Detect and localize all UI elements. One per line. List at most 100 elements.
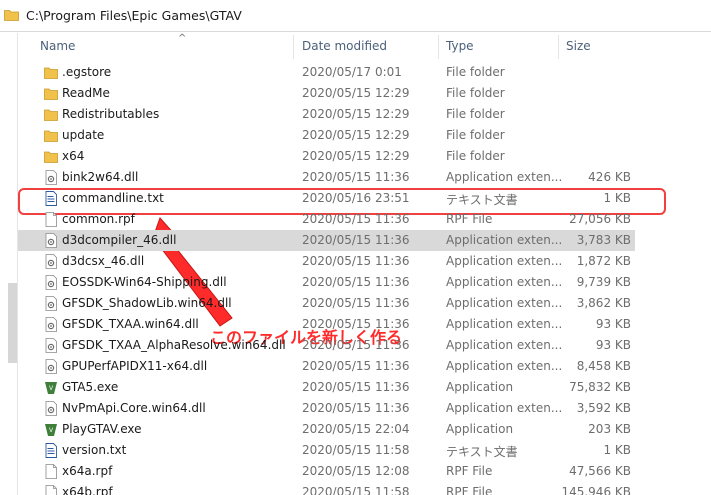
navigation-pane[interactable] [0, 33, 18, 495]
file-type: Application exten... [446, 338, 563, 352]
file-type: Application exten... [446, 233, 563, 247]
file-name: commandline.txt [62, 191, 164, 205]
dll-icon [44, 254, 58, 269]
file-date-modified: 2020/05/15 11:36 [302, 233, 410, 247]
column-header-size[interactable]: Size [566, 39, 591, 53]
file-name: common.rpf [62, 212, 135, 226]
file-size: 93 KB [595, 317, 631, 331]
file-date-modified: 2020/05/15 12:29 [302, 86, 410, 100]
file-name: d3dcompiler_46.dll [62, 233, 177, 247]
file-type: File folder [446, 65, 505, 79]
file-date-modified: 2020/05/15 11:36 [302, 254, 410, 268]
file-date-modified: 2020/05/15 11:36 [302, 359, 410, 373]
file-date-modified: 2020/05/15 11:58 [302, 443, 410, 457]
file-name: GFSDK_TXAA_AlphaResolve.win64.dll [62, 338, 286, 352]
file-row[interactable]: Redistributables 2020/05/15 12:29 File fol… [18, 104, 635, 125]
file-row[interactable]: d3dcompiler_46.dll 2020/05/15 11:36 Applic… [18, 230, 635, 251]
file-row[interactable]: bink2w64.dll 2020/05/15 11:36 Application … [18, 167, 635, 188]
file-row[interactable]: V PlayGTAV.exe 2020/05/15 22:04 Application… [18, 419, 635, 440]
file-row[interactable]: V GTA5.exe 2020/05/15 11:36 Application 75,8… [18, 377, 635, 398]
dll-icon [44, 170, 58, 185]
file-size: 3,783 KB [576, 233, 631, 247]
file-type: Application exten... [446, 296, 563, 310]
file-row[interactable]: x64b.rpf 2020/05/15 11:58 RPF File 145,946 … [18, 482, 635, 495]
file-row[interactable]: GPUPerfAPIDX11-x64.dll 2020/05/15 11:36 Ap… [18, 356, 635, 377]
file-icon [44, 464, 58, 479]
column-header-row: ^ Name Date modified Type Size [18, 33, 711, 59]
file-row[interactable]: NvPmApi.Core.win64.dll 2020/05/15 11:36 Ap… [18, 398, 635, 419]
file-date-modified: 2020/05/16 23:51 [302, 191, 410, 205]
column-divider[interactable] [558, 35, 559, 59]
file-type: Application exten... [446, 401, 563, 415]
file-type: File folder [446, 107, 505, 121]
file-type: Application exten... [446, 254, 563, 268]
file-date-modified: 2020/05/17 0:01 [302, 65, 402, 79]
file-date-modified: 2020/05/15 11:36 [302, 170, 410, 184]
file-date-modified: 2020/05/15 11:36 [302, 401, 410, 415]
file-date-modified: 2020/05/15 11:36 [302, 338, 410, 352]
file-type: Application exten... [446, 170, 563, 184]
file-size: 3,592 KB [576, 401, 631, 415]
column-header-date[interactable]: Date modified [302, 39, 387, 53]
file-size: 3,862 KB [576, 296, 631, 310]
file-type: Application [446, 380, 514, 394]
file-name: x64b.rpf [62, 485, 113, 495]
file-type: Application [446, 422, 514, 436]
column-divider[interactable] [293, 35, 294, 59]
file-name: version.txt [62, 443, 127, 457]
dll-icon [44, 275, 58, 290]
dll-icon [44, 233, 58, 248]
file-name: EOSSDK-Win64-Shipping.dll [62, 275, 227, 289]
file-row[interactable]: x64a.rpf 2020/05/15 12:08 RPF File 47,566 K… [18, 461, 635, 482]
dll-icon [44, 296, 58, 311]
file-name: GFSDK_TXAA.win64.dll [62, 317, 199, 331]
file-row[interactable]: common.rpf 2020/05/15 11:36 RPF File 27,056… [18, 209, 635, 230]
column-header-type[interactable]: Type [446, 39, 474, 53]
file-date-modified: 2020/05/15 12:29 [302, 107, 410, 121]
gta-app-icon: V [44, 422, 58, 437]
dll-icon [44, 359, 58, 374]
column-header-name[interactable]: Name [40, 39, 75, 53]
file-name: Redistributables [62, 107, 160, 121]
file-name: GFSDK_ShadowLib.win64.dll [62, 296, 232, 310]
file-name: GPUPerfAPIDX11-x64.dll [62, 359, 208, 373]
address-path[interactable]: C:\Program Files\Epic Games\GTAV [26, 8, 242, 23]
nav-scrollbar-thumb[interactable] [8, 283, 17, 363]
file-row[interactable]: x64 2020/05/15 12:29 File folder [18, 146, 635, 167]
file-date-modified: 2020/05/15 11:36 [302, 275, 410, 289]
file-type: テキスト文書 [446, 193, 518, 207]
file-date-modified: 2020/05/15 22:04 [302, 422, 410, 436]
file-row[interactable]: version.txt 2020/05/15 11:58 テキスト文書 1 KB [18, 440, 635, 461]
folder-icon [4, 10, 19, 21]
file-row[interactable]: d3dcsx_46.dll 2020/05/15 11:36 Application… [18, 251, 635, 272]
file-size: 145,946 KB [561, 485, 631, 495]
file-name: x64a.rpf [62, 464, 113, 478]
folder-icon [44, 128, 58, 143]
file-size: 47,566 KB [569, 464, 631, 478]
file-type: File folder [446, 128, 505, 142]
column-divider[interactable] [438, 35, 439, 59]
dll-icon [44, 401, 58, 416]
file-row[interactable]: .egstore 2020/05/17 0:01 File folder [18, 62, 635, 83]
file-row[interactable]: GFSDK_TXAA.win64.dll 2020/05/15 11:36 Appl… [18, 314, 635, 335]
file-name: PlayGTAV.exe [62, 422, 142, 436]
file-name: bink2w64.dll [62, 170, 139, 184]
file-row[interactable]: GFSDK_TXAA_AlphaResolve.win64.dll 2020/05… [18, 335, 635, 356]
file-row[interactable]: update 2020/05/15 12:29 File folder [18, 125, 635, 146]
file-row[interactable]: EOSSDK-Win64-Shipping.dll 2020/05/15 11:3… [18, 272, 635, 293]
file-type: File folder [446, 86, 505, 100]
file-size: 1 KB [603, 191, 631, 205]
address-bar[interactable]: C:\Program Files\Epic Games\GTAV [0, 0, 711, 32]
file-size: 75,832 KB [569, 380, 631, 394]
file-row[interactable]: GFSDK_ShadowLib.win64.dll 2020/05/15 11:3… [18, 293, 635, 314]
file-type: RPF File [446, 485, 493, 495]
file-size: 1 KB [603, 443, 631, 457]
file-date-modified: 2020/05/15 12:29 [302, 128, 410, 142]
dll-icon [44, 317, 58, 332]
file-row[interactable]: commandline.txt 2020/05/16 23:51 テキスト文書 1 K… [18, 188, 635, 209]
folder-icon [44, 107, 58, 122]
file-type: File folder [446, 149, 505, 163]
folder-icon [44, 65, 58, 80]
file-name: d3dcsx_46.dll [62, 254, 145, 268]
file-row[interactable]: ReadMe 2020/05/15 12:29 File folder [18, 83, 635, 104]
